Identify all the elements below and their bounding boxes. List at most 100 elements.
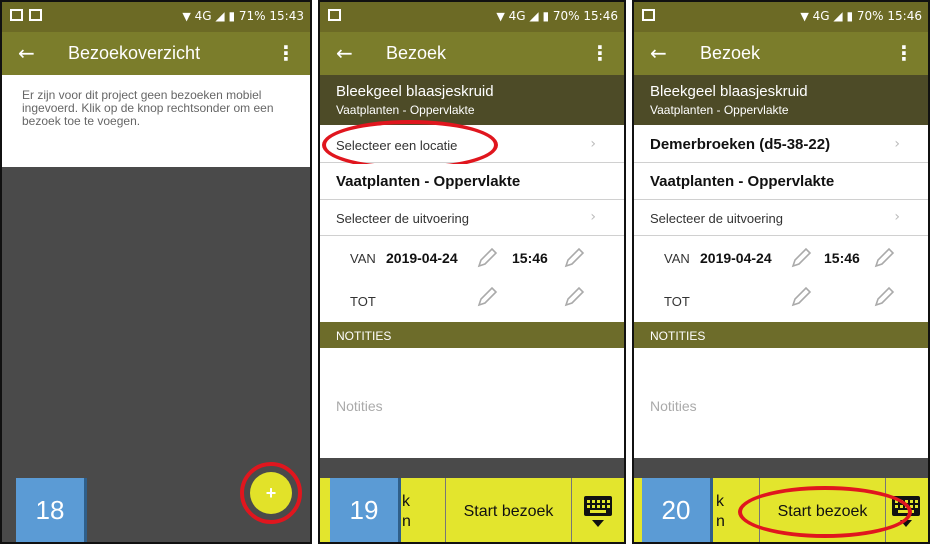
app-bar: ← Bezoek ⋮ (320, 32, 624, 75)
notes-placeholder: Notities (650, 398, 697, 414)
species-subtitle: Vaatplanten - Oppervlakte (650, 103, 789, 117)
more-options-icon[interactable]: ⋮ (276, 41, 296, 65)
pencil-icon[interactable] (562, 285, 586, 309)
network-type: 4G (812, 9, 830, 23)
notification-icons (642, 9, 661, 24)
back-arrow-icon[interactable]: ← (336, 41, 353, 65)
species-name: Bleekgeel blaasjeskruid (336, 83, 494, 100)
pencil-icon[interactable] (562, 246, 586, 270)
empty-message: Er zijn voor dit project geen bezoeken m… (22, 88, 274, 128)
notes-title: NOTITIES (650, 329, 706, 343)
pencil-icon[interactable] (789, 246, 813, 270)
execution-selector[interactable]: Selecteer de uitvoering › (634, 200, 928, 236)
location-selector[interactable]: Demerbroeken (d5-38-22) › (634, 127, 928, 163)
more-options-icon[interactable]: ⋮ (894, 41, 914, 65)
pencil-icon[interactable] (872, 285, 896, 309)
divider (320, 458, 624, 478)
empty-message-card: Er zijn voor dit project geen bezoeken m… (2, 75, 310, 167)
more-options-icon[interactable]: ⋮ (590, 41, 610, 65)
notes-header: NOTITIES (320, 322, 624, 348)
from-date: 2019-04-24 (386, 250, 458, 266)
page-title: Bezoek (386, 43, 447, 63)
battery-icon: ▮ (228, 9, 236, 23)
network-type: 4G (508, 9, 526, 23)
notes-field[interactable]: Notities (320, 348, 624, 458)
from-label: VAN (350, 251, 376, 266)
back-arrow-icon[interactable]: ← (650, 41, 667, 65)
from-time: 15:46 (512, 250, 548, 266)
notes-field[interactable]: Notities (634, 348, 928, 458)
battery-icon: ▮ (542, 9, 550, 23)
location-label: Demerbroeken (d5-38-22) (650, 136, 831, 153)
app-bar: ← Bezoek ⋮ (634, 32, 928, 75)
from-row: VAN 2019-04-24 15:46 (634, 237, 928, 282)
clock: 15:46 (887, 9, 922, 23)
signal-icon: ▼ (182, 10, 191, 23)
page-title: Bezoekoverzicht (68, 43, 201, 63)
screen-bezoek-step20: ▼ 4G ◢ ▮ 70% 15:46 ← Bezoek ⋮ Bleekgeel … (632, 0, 930, 544)
protocol-label: Vaatplanten - Oppervlakte (650, 173, 835, 190)
pencil-icon[interactable] (475, 246, 499, 270)
step-badge: 20 (642, 478, 713, 542)
notes-title: NOTITIES (336, 329, 392, 343)
species-header: Bleekgeel blaasjeskruid Vaatplanten - Op… (634, 75, 928, 125)
keyboard-icon[interactable] (574, 492, 622, 532)
species-name: Bleekgeel blaasjeskruid (650, 83, 808, 100)
to-row: TOT (634, 280, 928, 325)
pencil-icon[interactable] (789, 285, 813, 309)
protocol-row: Vaatplanten - Oppervlakte (634, 164, 928, 200)
execution-selector[interactable]: Selecteer de uitvoering › (320, 200, 624, 236)
location-label: Selecteer een locatie (336, 138, 458, 153)
protocol-label: Vaatplanten - Oppervlakte (336, 173, 521, 190)
start-visit-button[interactable]: Start bezoek (760, 478, 886, 542)
start-visit-button[interactable]: Start bezoek (446, 478, 572, 542)
to-row: TOT (320, 280, 624, 325)
notification-icons (10, 9, 48, 24)
to-label: TOT (664, 294, 690, 309)
status-bar: ▼ 4G ◢ ▮ 70% 15:46 (634, 2, 928, 32)
divider (634, 458, 928, 478)
battery-level: 71% (238, 9, 266, 23)
from-row: VAN 2019-04-24 15:46 (320, 237, 624, 282)
notes-header: NOTITIES (634, 322, 928, 348)
execution-label: Selecteer de uitvoering (336, 211, 469, 226)
chevron-right-icon: › (894, 136, 900, 152)
chevron-right-icon: › (590, 136, 596, 152)
signal-icon: ▼ (496, 10, 505, 23)
battery-level: 70% (856, 9, 884, 23)
species-subtitle: Vaatplanten - Oppervlakte (336, 103, 475, 117)
network-type: 4G (194, 9, 212, 23)
signal-bars-icon: ◢ (833, 9, 843, 23)
status-right: ▼ 4G ◢ ▮ 70% 15:46 (496, 9, 618, 23)
step-badge: 19 (330, 478, 401, 542)
app-bar: ← Bezoekoverzicht ⋮ (2, 32, 310, 75)
chevron-right-icon: › (590, 209, 596, 225)
location-selector[interactable]: Selecteer een locatie › (320, 127, 624, 163)
execution-label: Selecteer de uitvoering (650, 211, 783, 226)
add-visit-button[interactable]: + (250, 472, 292, 514)
signal-icon: ▼ (800, 10, 809, 23)
notes-placeholder: Notities (336, 398, 383, 414)
keyboard-icon[interactable] (882, 492, 930, 532)
status-bar: ▼ 4G ◢ ▮ 70% 15:46 (320, 2, 624, 32)
pencil-icon[interactable] (872, 246, 896, 270)
from-date: 2019-04-24 (700, 250, 772, 266)
signal-bars-icon: ◢ (215, 9, 225, 23)
status-bar: ▼ 4G ◢ ▮ 71% 15:43 (2, 2, 310, 32)
page-title: Bezoek (700, 43, 761, 63)
from-time: 15:46 (824, 250, 860, 266)
clock: 15:43 (269, 9, 304, 23)
chevron-right-icon: › (894, 209, 900, 225)
screen-bezoek-step19: ▼ 4G ◢ ▮ 70% 15:46 ← Bezoek ⋮ Bleekgeel … (318, 0, 626, 544)
battery-level: 70% (552, 9, 580, 23)
battery-icon: ▮ (846, 9, 854, 23)
pencil-icon[interactable] (475, 285, 499, 309)
protocol-row: Vaatplanten - Oppervlakte (320, 164, 624, 200)
to-label: TOT (350, 294, 376, 309)
back-arrow-icon[interactable]: ← (18, 41, 35, 65)
cancel-label: kn (716, 493, 725, 530)
from-label: VAN (664, 251, 690, 266)
cancel-label: kn (402, 493, 411, 530)
plus-icon: + (265, 483, 277, 503)
clock: 15:46 (583, 9, 618, 23)
